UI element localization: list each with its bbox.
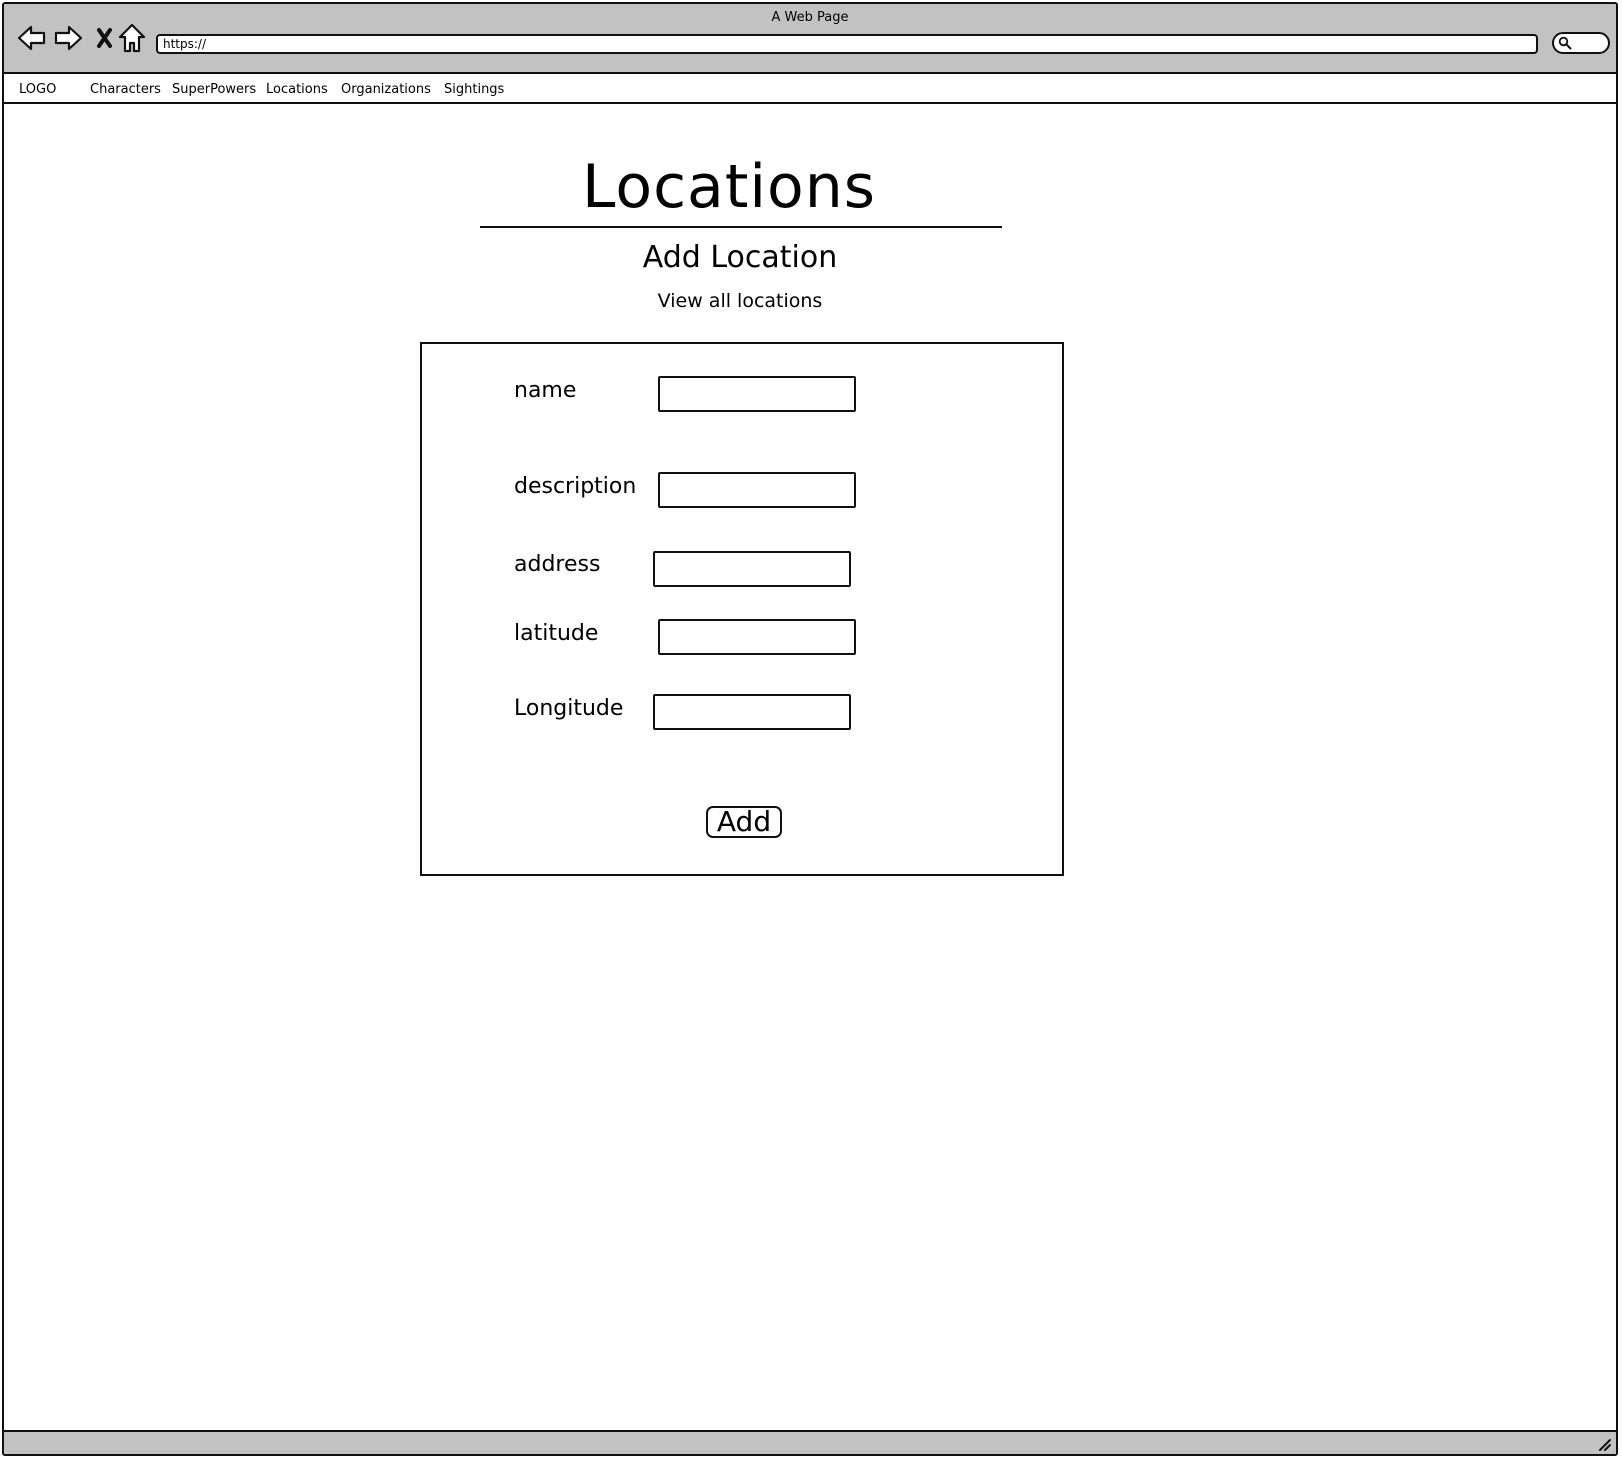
resize-grip[interactable] bbox=[1596, 1436, 1612, 1452]
home-button[interactable] bbox=[116, 22, 148, 54]
longitude-input[interactable] bbox=[653, 694, 851, 730]
address-input[interactable] bbox=[653, 551, 851, 587]
name-label: name bbox=[514, 378, 577, 403]
nav-item-superpowers[interactable]: SuperPowers bbox=[172, 82, 256, 97]
add-location-form: name description address latitude Longit… bbox=[420, 342, 1064, 876]
status-bar bbox=[4, 1430, 1616, 1454]
latitude-label: latitude bbox=[514, 621, 599, 646]
longitude-label: Longitude bbox=[514, 696, 624, 721]
add-button[interactable]: Add bbox=[706, 806, 782, 838]
arrow-left-icon bbox=[17, 25, 46, 51]
page-subtitle: Add Location bbox=[642, 240, 838, 275]
nav-item-organizations[interactable]: Organizations bbox=[341, 82, 431, 97]
back-button[interactable] bbox=[16, 22, 48, 54]
arrow-right-icon bbox=[54, 25, 83, 51]
latitude-input[interactable] bbox=[658, 619, 856, 655]
site-nav: LOGO Characters SuperPowers Locations Or… bbox=[4, 74, 1616, 104]
page-title: Locations bbox=[581, 152, 877, 222]
window-title: A Web Page bbox=[771, 10, 849, 25]
name-input[interactable] bbox=[658, 376, 856, 412]
search-button[interactable] bbox=[1552, 32, 1610, 54]
url-bar[interactable]: https:// bbox=[156, 34, 1538, 54]
forward-button[interactable] bbox=[52, 22, 84, 54]
home-icon bbox=[118, 23, 146, 53]
nav-item-characters[interactable]: Characters bbox=[90, 82, 161, 97]
logo[interactable]: LOGO bbox=[19, 82, 56, 97]
address-label: address bbox=[514, 552, 601, 577]
resize-grip-icon bbox=[1599, 1439, 1611, 1451]
search-icon bbox=[1558, 36, 1572, 50]
view-all-locations-link[interactable]: View all locations bbox=[570, 290, 910, 312]
description-label: description bbox=[514, 474, 637, 499]
description-input[interactable] bbox=[658, 472, 856, 508]
browser-window: A Web Page https:// LOGO Characters Supe… bbox=[2, 2, 1618, 1456]
browser-toolbar: A Web Page https:// bbox=[4, 4, 1616, 74]
nav-item-sightings[interactable]: Sightings bbox=[444, 82, 504, 97]
title-divider bbox=[480, 226, 1002, 228]
nav-item-locations[interactable]: Locations bbox=[266, 82, 328, 97]
